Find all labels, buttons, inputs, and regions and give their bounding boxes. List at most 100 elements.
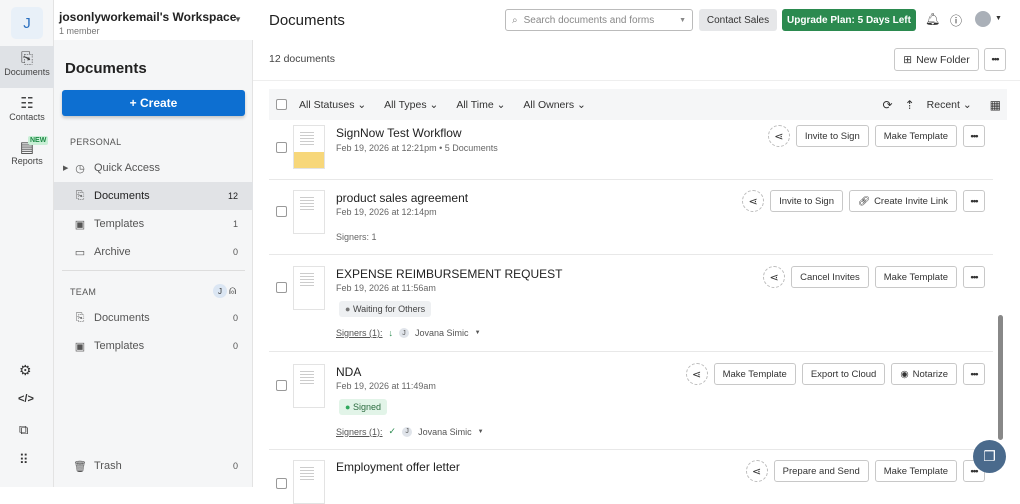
bell-icon[interactable]: 🔔︎ — [925, 12, 940, 26]
signer-avatar: J — [399, 328, 410, 338]
more-button[interactable]: ••• — [963, 266, 985, 288]
document-title[interactable]: NDA — [336, 365, 361, 379]
document-title[interactable]: EXPENSE REIMBURSEMENT REQUEST — [336, 267, 563, 281]
more-button[interactable]: ••• — [963, 363, 985, 385]
more-button[interactable]: ••• — [963, 190, 985, 212]
select-all-checkbox[interactable] — [276, 99, 287, 110]
caret-icon[interactable]: ▼ — [478, 429, 484, 435]
filter-owners[interactable]: All Owners ⌄ — [523, 99, 585, 111]
row-checkbox[interactable] — [276, 206, 287, 217]
sort-select[interactable]: Recent ⌄ — [927, 99, 972, 111]
document-meta: Feb 19, 2026 at 11:49am — [336, 381, 436, 391]
documents-icon: ⎘ — [75, 189, 85, 202]
signer-avatar: J — [402, 426, 413, 437]
document-row[interactable]: Employment offer letter ⋖ Prepare and Sen… — [269, 450, 993, 504]
caret-icon[interactable]: ▼ — [475, 330, 481, 336]
share-icon[interactable]: ⋖ — [742, 190, 765, 212]
team-avatar: J — [213, 284, 227, 298]
notarize-button[interactable]: ◉ Notarize — [891, 363, 957, 385]
filter-types[interactable]: All Types ⌄ — [384, 99, 438, 111]
make-template-button[interactable]: Make Template — [874, 125, 957, 147]
contact-sales-button[interactable]: Contact Sales — [699, 9, 777, 31]
workspace-avatar[interactable]: J — [11, 7, 43, 39]
make-template-button[interactable]: Make Template — [874, 266, 957, 288]
chat-icon[interactable]: ❐ — [973, 440, 1006, 473]
export-to-cloud-button[interactable]: Export to Cloud — [801, 363, 886, 385]
document-row[interactable]: EXPENSE REIMBURSEMENT REQUEST Feb 19, 20… — [269, 255, 993, 352]
rail-documents[interactable]: ⎘ Documents — [0, 46, 54, 88]
trash-icon: 🗑 — [73, 460, 87, 473]
share-icon[interactable]: ⋖ — [767, 125, 790, 147]
status-badge: ● Waiting for Others — [339, 301, 432, 317]
search-input[interactable]: ⌕ Search documents and forms ▼ — [505, 9, 693, 31]
link-icon: 🔗︎ — [858, 195, 871, 207]
section-team: TEAM — [70, 287, 97, 297]
document-row[interactable]: SignNow Test Workflow Feb 19, 2026 at 12… — [269, 121, 993, 180]
document-meta: Feb 19, 2026 at 11:56am — [336, 283, 436, 293]
sidebar-item-team-documents[interactable]: ⎘ Documents 0 — [54, 304, 253, 332]
make-template-button[interactable]: Make Template — [874, 460, 957, 482]
help-icon[interactable]: ⓘ — [950, 12, 962, 29]
divider — [62, 270, 245, 271]
check-icon: ✓ — [388, 426, 397, 436]
workspace-switcher[interactable]: josonlyworkemail's Workspace 1 member ▼ — [54, 0, 253, 44]
filter-statuses[interactable]: All Statuses ⌄ — [299, 99, 366, 111]
share-icon[interactable]: ⋖ — [685, 363, 708, 385]
rail-contacts[interactable]: ☷ Contacts — [0, 90, 54, 132]
scrollbar-thumb[interactable] — [998, 315, 1003, 440]
new-badge: NEW — [28, 136, 49, 145]
create-invite-link-button[interactable]: 🔗︎ Create Invite Link — [849, 190, 957, 212]
apps-grid-icon[interactable]: ⠿ — [19, 452, 29, 468]
user-avatar[interactable] — [975, 11, 991, 27]
document-title[interactable]: SignNow Test Workflow — [336, 126, 462, 140]
chevron-down-icon[interactable]: ▼ — [995, 15, 1002, 22]
sidebar-item-templates[interactable]: ▣ Templates 1 — [54, 210, 253, 238]
sidebar-item-archive[interactable]: ▭ Archive 0 — [54, 238, 253, 266]
sidebar-item-team-templates[interactable]: ▣ Templates 0 — [54, 332, 253, 360]
upgrade-plan-button[interactable]: Upgrade Plan: 5 Days Left — [782, 9, 916, 31]
signer-name[interactable]: Jovana Simic — [415, 328, 469, 338]
document-thumbnail — [293, 460, 325, 504]
row-checkbox[interactable] — [276, 142, 287, 153]
sidebar-item-quick-access[interactable]: ▶ ◷ Quick Access — [54, 154, 253, 182]
documents-icon: ⎘ — [20, 50, 33, 67]
signers-link[interactable]: Signers (1): — [336, 328, 383, 338]
chevron-down-icon: ▼ — [234, 15, 242, 24]
document-title[interactable]: product sales agreement — [336, 191, 468, 205]
new-folder-button[interactable]: ⊞ New Folder — [894, 48, 979, 71]
make-template-button[interactable]: Make Template — [713, 363, 796, 385]
document-row[interactable]: product sales agreement Feb 19, 2026 at … — [269, 180, 993, 255]
row-checkbox[interactable] — [276, 282, 287, 293]
invite-to-sign-button[interactable]: Invite to Sign — [770, 190, 843, 212]
settings-icon[interactable]: ⚙ — [19, 362, 32, 379]
sidebar-item-documents[interactable]: ⎘ Documents 12 — [54, 182, 253, 210]
prepare-and-send-button[interactable]: Prepare and Send — [773, 460, 869, 482]
page-title: Documents — [269, 12, 345, 29]
view-toggle-icon[interactable]: ▦ — [990, 98, 1001, 112]
more-button[interactable]: ••• — [963, 125, 985, 147]
document-thumbnail — [293, 125, 325, 169]
status-badge: ● Signed — [339, 399, 387, 415]
document-title[interactable]: Employment offer letter — [336, 460, 460, 474]
puzzle-icon[interactable]: ⧉ — [19, 422, 28, 438]
row-checkbox[interactable] — [276, 380, 287, 391]
row-checkbox[interactable] — [276, 478, 287, 489]
create-button[interactable]: + Create — [62, 90, 245, 116]
cancel-invites-button[interactable]: Cancel Invites — [791, 266, 869, 288]
document-row[interactable]: NDA Feb 19, 2026 at 11:49am ● Signed Sig… — [269, 352, 993, 450]
more-options-button[interactable]: ••• — [984, 48, 1006, 71]
share-icon[interactable]: ⋖ — [763, 266, 786, 288]
document-count: 12 documents — [269, 53, 335, 65]
share-icon[interactable]: ⋖ — [745, 460, 768, 482]
signers-link[interactable]: Signers (1): — [336, 427, 383, 437]
sidebar-item-trash[interactable]: 🗑 Trash 0 — [54, 452, 253, 480]
signer-name[interactable]: Jovana Simic — [418, 427, 472, 437]
filter-time[interactable]: All Time ⌄ — [456, 99, 505, 111]
add-member-icon[interactable]: ⍝ — [229, 283, 236, 298]
invite-to-sign-button[interactable]: Invite to Sign — [795, 125, 869, 147]
code-icon[interactable]: </> — [18, 393, 34, 405]
sort-direction-icon[interactable]: ⇡ — [905, 98, 915, 112]
signers: Signers (1): ↓ J Jovana Simic ▼ — [336, 328, 481, 338]
refresh-icon[interactable]: ⟳ — [883, 98, 893, 112]
arrow-down-icon: ↓ — [388, 328, 394, 338]
